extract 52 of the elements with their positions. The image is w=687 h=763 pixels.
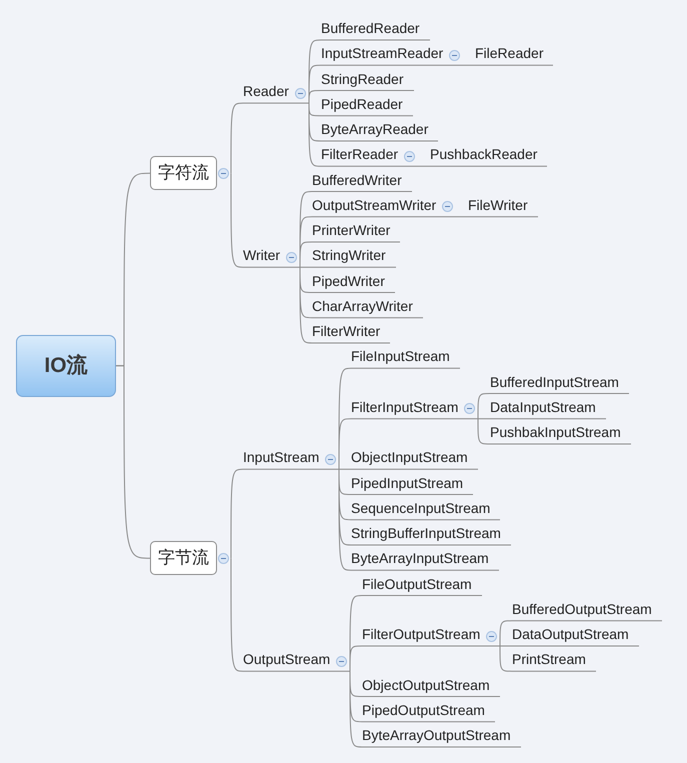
topic-label: InputStreamReader <box>321 44 444 64</box>
topic-label: OutputStream <box>243 650 330 670</box>
collapse-icon[interactable] <box>218 168 228 179</box>
topic-label: StringReader <box>321 70 404 88</box>
topic-label: PrinterWriter <box>312 221 390 240</box>
collapse-icon[interactable] <box>324 454 336 465</box>
topic-label: Reader <box>243 82 289 102</box>
topic-label: ByteArrayInputStream <box>351 549 489 568</box>
collapse-icon[interactable] <box>286 252 296 263</box>
collapse-icon[interactable] <box>336 656 346 667</box>
main-topic: 字节流 <box>150 541 217 576</box>
topic-label: ByteArrayOutputStream <box>362 726 511 745</box>
topic-label: FilterWriter <box>312 322 380 341</box>
topic-label: ObjectInputStream <box>351 448 468 468</box>
topic-label: StringWriter <box>312 246 386 266</box>
collapse-icon[interactable] <box>486 630 496 642</box>
root-topic: IO流 <box>16 334 116 397</box>
topic-label: PipedInputStream <box>351 474 464 492</box>
topic-label: FilterReader <box>321 145 398 164</box>
collapse-icon[interactable] <box>464 403 474 414</box>
collapse-icon[interactable] <box>218 552 228 564</box>
topic-label: BufferedWriter <box>312 170 402 190</box>
topic-label: DataInputStream <box>490 398 596 417</box>
topic-label: BufferedReader <box>321 19 420 38</box>
topic-label: StringBufferInputStream <box>351 524 501 543</box>
topic-label: PrintStream <box>512 650 586 670</box>
main-topic: 字符流 <box>150 156 217 190</box>
topic-label: DataOutputStream <box>512 625 629 644</box>
collapse-icon[interactable] <box>294 88 306 99</box>
topic-label: PipedOutputStream <box>362 700 485 720</box>
topic-label: ByteArrayReader <box>321 120 428 139</box>
collapse-icon[interactable] <box>442 201 452 212</box>
topic-label: FileReader <box>475 44 544 64</box>
topic-label: BufferedInputStream <box>490 372 619 392</box>
topic-label: PipedWriter <box>312 272 385 290</box>
topic-label: Writer <box>243 246 280 266</box>
topic-label: FileInputStream <box>351 347 450 366</box>
topic-label: PipedReader <box>321 94 403 114</box>
topic-label: OutputStreamWriter <box>312 196 436 215</box>
topic-label: FileOutputStream <box>362 574 472 594</box>
topic-label: PushbackReader <box>430 145 538 164</box>
topic-label: CharArrayWriter <box>312 296 413 316</box>
topic-label: FilterInputStream <box>351 398 458 417</box>
collapse-icon[interactable] <box>404 150 414 162</box>
topic-label: FileWriter <box>468 196 528 215</box>
topic-label: ObjectOutputStream <box>362 676 490 694</box>
topic-label: SequenceInputStream <box>351 498 490 518</box>
topic-label: PushbakInputStream <box>490 423 621 442</box>
topic-label: FilterOutputStream <box>362 625 480 644</box>
collapse-icon[interactable] <box>448 50 460 61</box>
topic-label: BufferedOutputStream <box>512 600 652 619</box>
topic-label: InputStream <box>243 448 320 468</box>
